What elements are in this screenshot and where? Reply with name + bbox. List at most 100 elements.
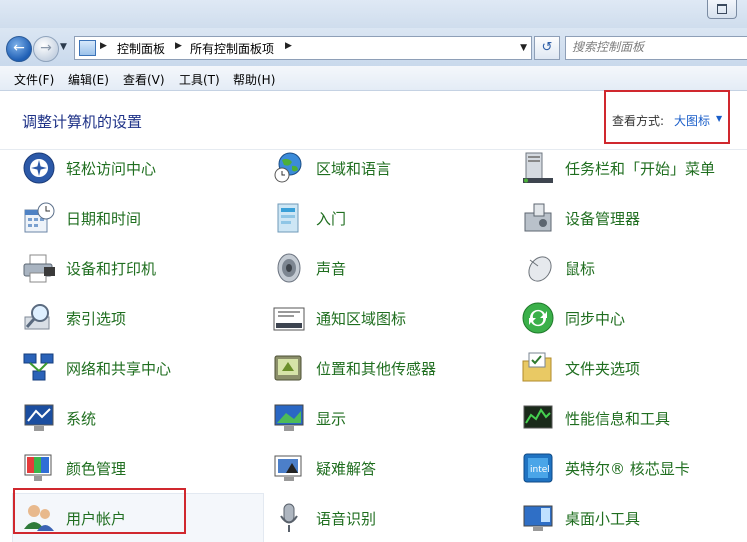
item-label: 入门 — [316, 210, 347, 228]
system-icon — [24, 404, 54, 431]
recent-pages-chevron-icon[interactable]: ▼ — [60, 42, 67, 52]
item-label: 文件夹选项 — [565, 360, 641, 378]
speaker-icon — [277, 253, 301, 283]
calendar-clock-icon — [24, 202, 55, 233]
control-panel-icon — [79, 40, 96, 56]
item-label: 疑难解答 — [316, 460, 377, 478]
display-icon — [274, 404, 304, 431]
item-device-manager[interactable]: 设备管理器 — [521, 201, 747, 235]
item-label: 性能信息和工具 — [565, 410, 671, 428]
notification-area-icon — [273, 307, 305, 331]
sync-icon — [522, 302, 554, 334]
item-label: 显示 — [316, 410, 347, 428]
item-display[interactable]: 显示 — [272, 401, 502, 435]
item-label: 任务栏和「开始」菜单 — [565, 160, 716, 178]
menu-help[interactable]: 帮助(H) — [233, 71, 275, 88]
address-bar[interactable]: ▶ 控制面板 ▶ 所有控制面板项 ▶ ▼ — [74, 36, 532, 60]
item-label: 设备和打印机 — [66, 260, 157, 278]
item-mouse[interactable]: 鼠标 — [521, 251, 747, 285]
item-performance[interactable]: 性能信息和工具 — [521, 401, 747, 435]
refresh-icon[interactable]: ↺ — [534, 36, 560, 60]
item-label: 轻松访问中心 — [66, 160, 157, 178]
microphone-icon — [280, 503, 298, 532]
item-system[interactable]: 系统 — [22, 401, 252, 435]
menu-view[interactable]: 查看(V) — [123, 71, 165, 88]
item-label: 同步中心 — [565, 310, 626, 328]
item-label: 设备管理器 — [565, 210, 641, 228]
item-label: 鼠标 — [565, 260, 596, 278]
getting-started-icon — [277, 203, 299, 233]
search-input[interactable] — [572, 40, 742, 54]
printer-icon — [23, 254, 55, 283]
menu-tools[interactable]: 工具(T) — [179, 71, 220, 88]
taskbar-icon — [523, 152, 553, 183]
location-sensor-icon — [274, 355, 302, 381]
breadcrumb-chevron-icon[interactable]: ▶ — [100, 41, 107, 51]
item-label: 颜色管理 — [66, 460, 127, 478]
mouse-icon — [528, 256, 552, 282]
item-troubleshooting[interactable]: 疑难解答 — [272, 451, 502, 485]
item-sync-center[interactable]: 同步中心 — [521, 301, 747, 335]
item-taskbar-start[interactable]: 任务栏和「开始」菜单 — [521, 151, 747, 185]
folder-options-icon — [522, 352, 552, 382]
item-label: 英特尔® 核芯显卡 — [565, 460, 690, 478]
item-color-management[interactable]: 颜色管理 — [22, 451, 252, 485]
ease-of-access-icon — [23, 152, 55, 184]
item-label: 系统 — [66, 410, 97, 428]
item-notification-icons[interactable]: 通知区域图标 — [272, 301, 502, 335]
forward-arrow-icon[interactable]: → — [33, 36, 59, 62]
breadcrumb-chevron-icon[interactable]: ▶ — [285, 41, 292, 51]
item-label: 通知区域图标 — [316, 310, 407, 328]
troubleshooting-icon — [274, 455, 302, 481]
item-label: 桌面小工具 — [565, 510, 641, 528]
item-network-sharing[interactable]: 网络和共享中心 — [22, 351, 252, 385]
item-label: 区域和语言 — [316, 160, 392, 178]
window-frame — [0, 0, 747, 28]
network-icon — [23, 353, 54, 381]
performance-icon — [523, 405, 553, 429]
back-arrow-icon[interactable]: ← — [6, 36, 32, 62]
item-devices-printers[interactable]: 设备和打印机 — [22, 251, 252, 285]
item-location-sensors[interactable]: 位置和其他传感器 — [272, 351, 502, 385]
item-label: 网络和共享中心 — [66, 360, 172, 378]
desktop-gadgets-icon — [523, 505, 553, 531]
color-management-icon — [24, 454, 52, 481]
address-dropdown-icon[interactable]: ▼ — [520, 43, 527, 53]
item-intel-graphics[interactable]: intel 英特尔® 核芯显卡 — [521, 451, 747, 485]
device-manager-icon — [524, 203, 552, 232]
magnifier-icon — [24, 304, 50, 330]
item-label: 日期和时间 — [66, 210, 142, 228]
item-speech-recognition[interactable]: 语音识别 — [272, 501, 502, 535]
menu-bar: 文件(F) 编辑(E) 查看(V) 工具(T) 帮助(H) — [0, 66, 747, 91]
item-label: 索引选项 — [66, 310, 127, 328]
menu-edit[interactable]: 编辑(E) — [68, 71, 109, 88]
item-ease-of-access[interactable]: 轻松访问中心 — [22, 151, 252, 185]
view-by-value[interactable]: 大图标 — [674, 112, 710, 129]
item-sound[interactable]: 声音 — [272, 251, 502, 285]
item-indexing-options[interactable]: 索引选项 — [22, 301, 252, 335]
item-folder-options[interactable]: 文件夹选项 — [521, 351, 747, 385]
navigation-bar: ← → ▼ ▶ 控制面板 ▶ 所有控制面板项 ▶ ▼ ↺ — [0, 28, 747, 66]
menu-file[interactable]: 文件(F) — [14, 71, 54, 88]
header-divider — [0, 149, 747, 150]
annotation-highlight-box — [13, 488, 186, 534]
svg-text:intel: intel — [530, 465, 550, 475]
item-region-language[interactable]: 区域和语言 — [272, 151, 502, 185]
item-label: 声音 — [316, 260, 347, 278]
search-box[interactable] — [565, 36, 747, 60]
globe-clock-icon — [274, 152, 302, 183]
item-desktop-gadgets[interactable]: 桌面小工具 — [521, 501, 747, 535]
item-date-time[interactable]: 日期和时间 — [22, 201, 252, 235]
item-getting-started[interactable]: 入门 — [272, 201, 502, 235]
item-label: 位置和其他传感器 — [316, 360, 437, 378]
breadcrumb-all-items[interactable]: 所有控制面板项 — [190, 40, 274, 57]
intel-graphics-icon: intel — [523, 453, 553, 483]
breadcrumb-control-panel[interactable]: 控制面板 — [117, 40, 165, 57]
restore-icon[interactable] — [707, 0, 737, 19]
item-label: 语音识别 — [316, 510, 377, 528]
view-by-label: 查看方式: — [612, 114, 665, 128]
breadcrumb-chevron-icon[interactable]: ▶ — [175, 41, 182, 51]
chevron-down-icon[interactable]: ▼ — [716, 114, 722, 123]
view-by-selector[interactable]: 查看方式: 大图标 ▼ — [604, 90, 730, 144]
page-title: 调整计算机的设置 — [22, 113, 143, 131]
